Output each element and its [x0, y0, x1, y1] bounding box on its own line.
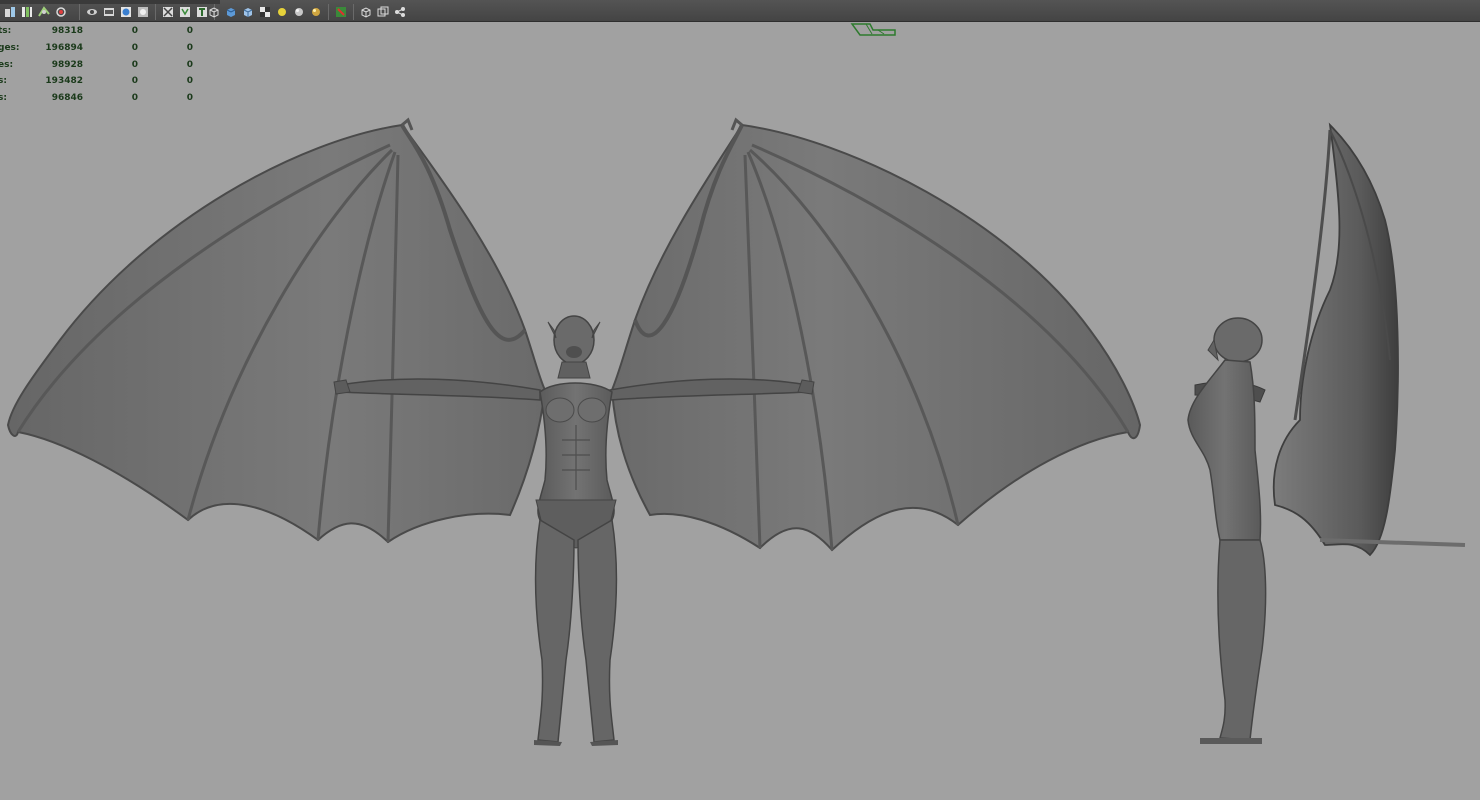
hud-value-selected: 0	[131, 26, 138, 36]
smooth-shade-icon[interactable]	[224, 5, 238, 19]
snap-curve-icon[interactable]	[37, 5, 51, 19]
front-view-left-wing[interactable]	[6, 117, 547, 544]
hud-value-object: 98928	[51, 59, 83, 70]
hud-value-component: 0	[186, 26, 193, 36]
camera-attributes-icon[interactable]	[85, 5, 99, 19]
hud-value-selected: 0	[131, 93, 138, 104]
viewport-toolbar	[0, 0, 1480, 22]
toolbar-group-snap	[3, 5, 68, 19]
node-editor-icon[interactable]	[393, 5, 407, 19]
snap-grid-icon[interactable]	[20, 5, 34, 19]
hud-label: ges:	[0, 42, 20, 53]
toolbar-group-render	[334, 4, 407, 20]
toolbar-separator	[328, 4, 329, 20]
hud-label: s:	[0, 93, 7, 104]
render-view-icon[interactable]	[334, 5, 348, 19]
hud-value-component: 0	[186, 42, 193, 53]
use-all-lights-icon[interactable]	[258, 5, 272, 19]
default-material-icon[interactable]	[292, 5, 306, 19]
maya-window: ts: 98318 0 0 ges: 196894 0 0 es: 98928 …	[0, 0, 1480, 800]
high-quality-icon[interactable]	[309, 5, 323, 19]
hud-value-component: 0	[186, 59, 193, 70]
hud-row: s: 193482 0 0	[0, 73, 200, 90]
hud-label: es:	[0, 59, 14, 70]
hud-label: ts:	[0, 26, 12, 36]
hud-value-component: 0	[186, 76, 193, 87]
poly-count-hud: ts: 98318 0 0 ges: 196894 0 0 es: 98928 …	[0, 23, 200, 107]
isolate-select-icon[interactable]	[136, 5, 150, 19]
hud-value-object: 98318	[51, 26, 83, 36]
shade-default-icon[interactable]	[241, 5, 255, 19]
xray-icon[interactable]	[161, 5, 175, 19]
shadows-icon[interactable]	[275, 5, 289, 19]
wireframe-mode-icon[interactable]	[207, 5, 221, 19]
snap-point-icon[interactable]	[54, 5, 68, 19]
wireframe-on-shaded-icon[interactable]	[178, 5, 192, 19]
hud-row: es: 98928 0 0	[0, 57, 200, 74]
hud-value-selected: 0	[131, 59, 138, 70]
hypershade-icon[interactable]	[376, 5, 390, 19]
hud-row: ges: 196894 0 0	[0, 40, 200, 57]
hud-label: s:	[0, 76, 7, 87]
toolbar-group-view	[77, 4, 217, 20]
hud-value-selected: 0	[131, 76, 138, 87]
menu-strip	[0, 0, 220, 4]
viewport-canvas[interactable]	[0, 23, 1480, 800]
hud-value-component: 0	[186, 93, 193, 104]
image-plane-icon[interactable]	[102, 5, 116, 19]
hud-value-object: 193482	[45, 76, 83, 87]
select-by-hierarchy-icon[interactable]	[3, 5, 17, 19]
grid-icon[interactable]	[119, 5, 133, 19]
hud-value-selected: 0	[131, 42, 138, 53]
camera-gizmo-icon[interactable]	[850, 23, 896, 36]
toolbar-group-shading	[207, 4, 331, 20]
perspective-viewport[interactable]	[0, 23, 1480, 800]
hud-row: ts: 98318 0 0	[0, 23, 200, 40]
hud-value-object: 96846	[51, 93, 83, 104]
hud-value-object: 196894	[45, 42, 83, 53]
ipr-icon[interactable]	[359, 5, 373, 19]
toolbar-separator	[155, 4, 156, 20]
toolbar-separator	[79, 4, 80, 20]
side-view-model[interactable]	[1187, 122, 1466, 744]
hud-row: s: 96846 0 0	[0, 90, 200, 107]
front-view-right-wing[interactable]	[610, 117, 1142, 552]
toolbar-separator	[353, 4, 354, 20]
